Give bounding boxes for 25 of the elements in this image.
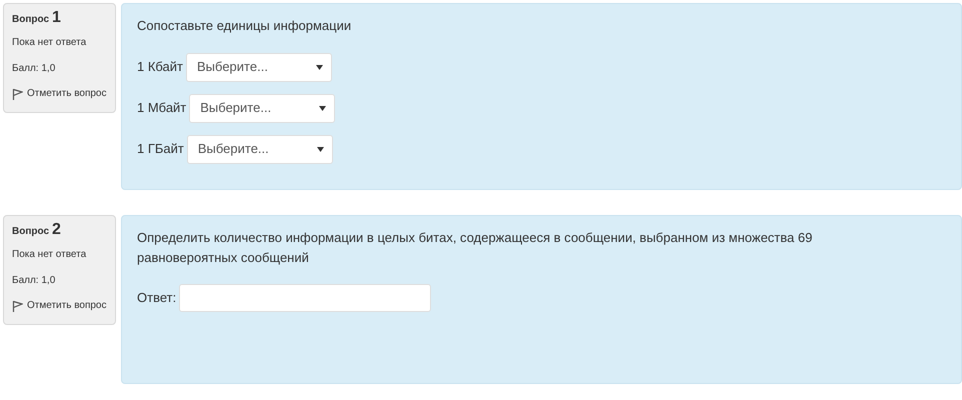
answer-field[interactable] <box>179 284 432 312</box>
match-label: 1 ГБайт <box>137 140 184 158</box>
question-number: 2 <box>52 222 61 238</box>
question-text: Определить количество информации в целых битах, содержащееся в сообщении, выбранном из множества 69 равновероятных сообщений <box>137 229 814 267</box>
question-number: 1 <box>52 10 61 26</box>
dropdown-caret-icon <box>316 64 324 70</box>
question-label: Вопрос <box>12 227 50 237</box>
dropdown-caret-icon <box>319 106 326 110</box>
flag-question-link[interactable]: Отметить вопрос <box>12 84 107 104</box>
flag-icon <box>12 300 23 312</box>
answer-status: Пока нет ответа <box>12 250 88 260</box>
flag-question-link[interactable]: Отметить вопрос <box>12 296 107 316</box>
dropdown-select[interactable]: Выберите... <box>186 134 333 164</box>
grade-text: Балл: 1,0 <box>12 64 56 74</box>
question-text: Сопоставьте единицы информации <box>137 17 352 35</box>
grade-text: Балл: 1,0 <box>12 276 56 286</box>
match-label: 1 Кбайт <box>137 58 184 76</box>
dropdown-select[interactable]: Выберите... <box>189 94 336 122</box>
dropdown-select[interactable]: Выберите... <box>186 52 332 82</box>
answer-status: Пока нет ответа <box>12 38 88 48</box>
flag-icon <box>12 88 23 100</box>
question-label: Вопрос <box>12 15 50 25</box>
match-label: 1 Мбайт <box>137 99 186 118</box>
dropdown-caret-icon <box>316 146 324 152</box>
answer-label: Ответ: <box>137 289 176 308</box>
